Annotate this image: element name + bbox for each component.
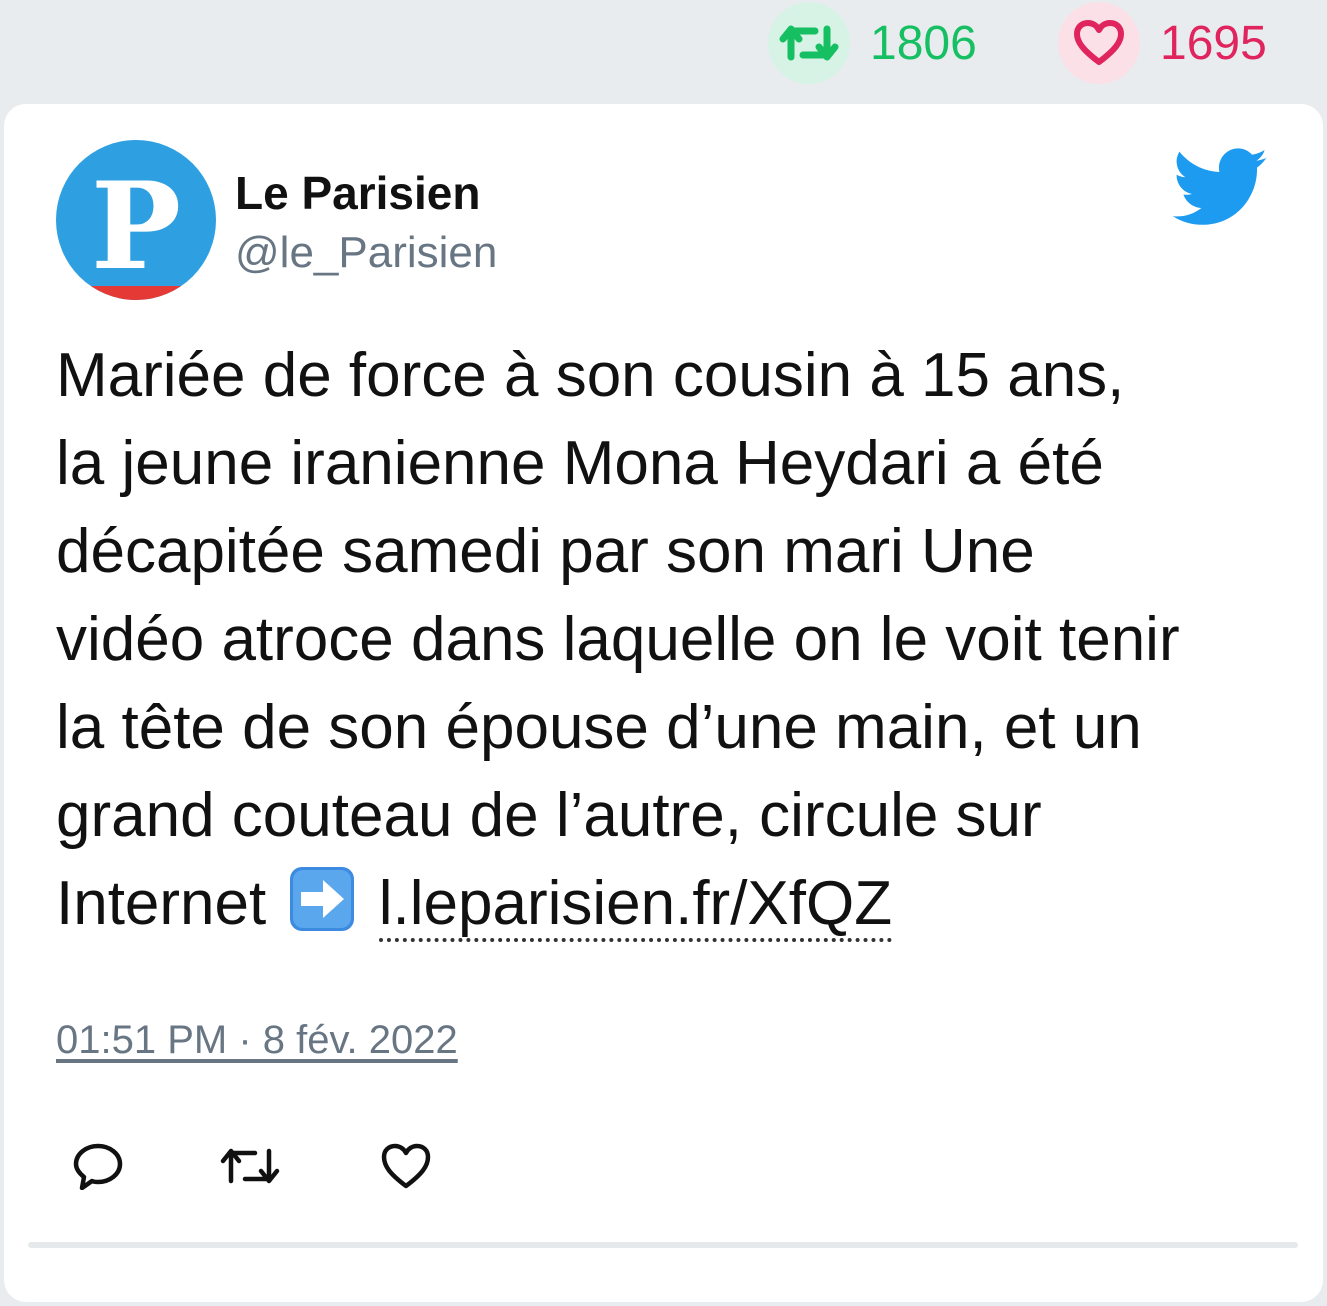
retweet-button[interactable] — [218, 1134, 282, 1198]
reply-icon — [73, 1143, 123, 1190]
twitter-bird-icon[interactable] — [1172, 148, 1270, 228]
divider — [28, 1242, 1298, 1248]
tweet-line-last: Internet l.leparisien.fr/XfQZ — [56, 860, 1296, 948]
retweet-stat[interactable]: 1806 — [768, 0, 977, 86]
tweet-line: vidéo atroce dans laquelle on le voit te… — [56, 605, 1180, 674]
tweet-link[interactable]: l.leparisien.fr/XfQZ — [378, 869, 893, 942]
retweet-count: 1806 — [870, 16, 977, 70]
tweet-card: P Le Parisien @le_Parisien Mariée de for… — [4, 104, 1323, 1302]
tweet-line: grand couteau de l’autre, circule sur — [56, 781, 1042, 850]
retweet-icon — [779, 25, 839, 61]
like-button[interactable] — [374, 1134, 438, 1198]
tweet-line: la tête de son épouse d’une main, et un — [56, 693, 1142, 762]
heart-icon — [1074, 20, 1124, 65]
like-count: 1695 — [1160, 16, 1267, 70]
reply-button[interactable] — [66, 1134, 130, 1198]
avatar[interactable]: P — [56, 140, 216, 300]
author-name[interactable]: Le Parisien — [235, 166, 480, 220]
tweet-line: Mariée de force à son cousin à 15 ans, — [56, 341, 1125, 410]
retweet-icon — [220, 1148, 280, 1184]
tweet-text: Mariée de force à son cousin à 15 ans, l… — [56, 332, 1296, 948]
like-stat-circle — [1058, 2, 1140, 84]
heart-icon — [381, 1143, 431, 1189]
le-parisien-logo: P — [56, 140, 216, 300]
tweet-line-text: Internet — [56, 869, 267, 938]
right-arrow-emoji-icon — [290, 867, 355, 931]
engagement-stats: 1806 1695 — [0, 0, 1327, 90]
tweet-line: décapitée samedi par son mari Une — [56, 517, 1035, 586]
tweet-timestamp[interactable]: 01:51 PM · 8 fév. 2022 — [56, 1018, 458, 1063]
retweet-stat-circle — [768, 2, 850, 84]
tweet-line: la jeune iranienne Mona Heydari a été — [56, 429, 1104, 498]
avatar-letter: P — [91, 156, 181, 297]
author-handle[interactable]: @le_Parisien — [235, 228, 497, 278]
like-stat[interactable]: 1695 — [1058, 0, 1267, 86]
